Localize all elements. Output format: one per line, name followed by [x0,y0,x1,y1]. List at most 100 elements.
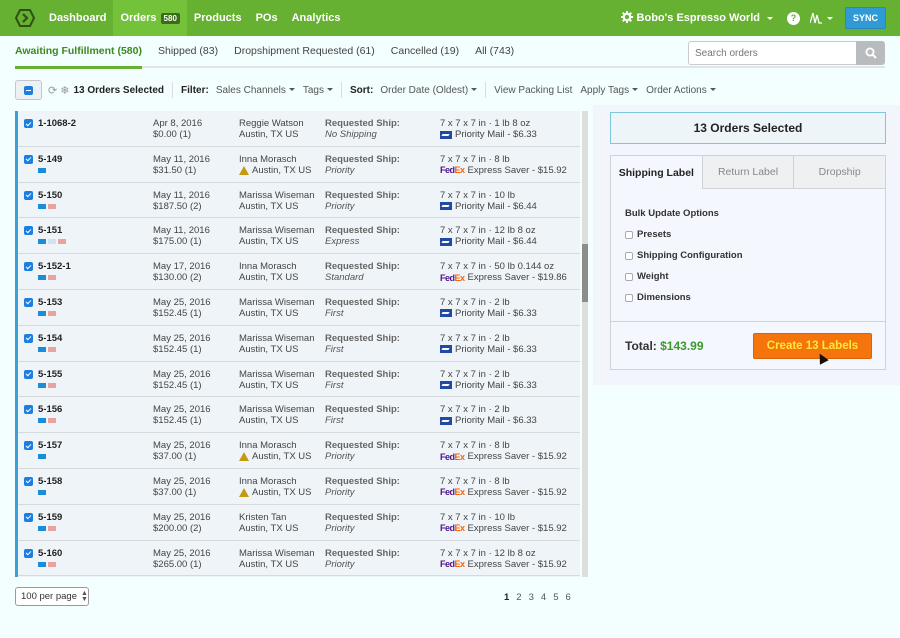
order-id[interactable]: 5-159 [38,512,62,523]
requested-ship-label: Requested Ship: [325,118,400,129]
order-id[interactable]: 5-152-1 [38,261,71,272]
tab-all[interactable]: All (743) [475,35,514,67]
tag-swatch-blue [38,203,46,209]
row-checkbox[interactable] [24,476,33,486]
nav-pos[interactable]: POs [249,0,285,36]
order-row[interactable]: 5-159 May 25, 2016 $200.00 (2) Kristen T… [18,505,580,541]
apply-tags-dropdown[interactable]: Apply Tags [580,85,639,96]
row-checkbox[interactable] [24,297,33,307]
tag-swatch-pink [48,561,56,567]
order-id[interactable]: 1-1068-2 [38,118,76,129]
tab-dropshipment-requested[interactable]: Dropshipment Requested (61) [234,35,375,67]
page-link[interactable]: 5 [553,592,558,603]
order-id[interactable]: 5-158 [38,476,62,487]
nav-products[interactable]: Products [187,0,249,36]
nav-analytics[interactable]: Analytics [285,0,348,36]
order-id[interactable]: 5-156 [38,404,62,415]
create-labels-button[interactable]: Create 13 Labels [753,333,872,359]
tags-filter-dropdown[interactable]: Tags [303,85,333,96]
fedex-logo-fed: Fed [440,165,455,176]
presets-checkbox[interactable] [625,230,633,239]
order-id[interactable]: 5-153 [38,297,62,308]
tab-dropship[interactable]: Dropship [793,156,886,189]
rate-text: Priority Mail - $6.33 [455,129,537,140]
per-page-select[interactable]: 100 per page ▲ ▼ [15,587,89,606]
order-id[interactable]: 5-160 [38,548,62,559]
page-link[interactable]: 4 [541,592,546,603]
order-row[interactable]: 5-150 May 11, 2016 $187.50 (2) Marissa W… [18,183,580,219]
nav-dashboard[interactable]: Dashboard [42,0,113,36]
order-id[interactable]: 5-149 [38,154,62,165]
tab-shipped[interactable]: Shipped (83) [158,35,218,67]
order-id[interactable]: 5-155 [38,369,62,380]
sort-dropdown[interactable]: Order Date (Oldest) [380,85,478,96]
tab-awaiting-fulfillment[interactable]: Awaiting Fulfillment (580) [15,35,142,69]
option-shipping-configuration[interactable]: Shipping Configuration [625,250,885,261]
logo-icon[interactable] [8,0,42,36]
weight-checkbox[interactable] [625,272,633,281]
question-circle-icon[interactable]: ? [786,11,800,25]
tab-return-label[interactable]: Return Label [701,156,794,189]
row-checkbox[interactable] [24,119,33,128]
option-weight[interactable]: Weight [625,271,885,282]
order-amount: $0.00 (1) [153,129,192,140]
order-actions-dropdown[interactable]: Order Actions [646,85,716,96]
order-id[interactable]: 5-151 [38,225,62,236]
order-row[interactable]: 5-152-1 May 17, 2016 $130.00 (2) Inna Mo… [18,254,580,290]
search-button[interactable] [856,41,885,65]
row-checkbox[interactable] [24,512,33,522]
order-id[interactable]: 5-154 [38,333,62,344]
page-link[interactable]: 1 [504,592,509,603]
order-actions-label: Order Actions [646,84,707,96]
order-row[interactable]: 5-158 May 25, 2016 $37.00 (1) Inna Moras… [18,469,580,505]
snowflake-icon[interactable]: ❄ [60,84,69,97]
row-checkbox[interactable] [24,333,33,343]
order-row[interactable]: 5-149 May 11, 2016 $31.50 (1) Inna Moras… [18,147,580,183]
tab-cancelled[interactable]: Cancelled (19) [391,35,459,67]
row-checkbox[interactable] [24,262,33,272]
order-row[interactable]: 5-151 May 11, 2016 $175.00 (1) Marissa W… [18,218,580,255]
shipping-configuration-checkbox[interactable] [625,251,633,260]
order-id[interactable]: 5-157 [38,440,62,451]
company-menu[interactable]: Bobo's Espresso World [620,10,773,26]
row-checkbox[interactable] [24,190,33,200]
view-packing-list-link[interactable]: View Packing List [494,85,572,96]
indeterminate-icon [24,85,33,95]
page-link[interactable]: 6 [565,592,570,603]
order-row[interactable]: 5-156 May 25, 2016 $152.45 (1) Marissa W… [18,397,580,434]
row-checkbox[interactable] [24,226,33,236]
tab-shipping-label[interactable]: Shipping Label [611,156,702,189]
nav-orders[interactable]: Orders 580 [113,0,187,36]
option-dimensions[interactable]: Dimensions [625,292,885,303]
order-row[interactable]: 5-160 May 25, 2016 $265.00 (1) Marissa W… [18,541,580,577]
shipping-rate: Priority Mail - $6.44 [440,236,537,247]
row-checkbox[interactable] [24,405,33,415]
refresh-icon[interactable]: ⟳ [48,84,57,97]
sync-button[interactable]: SYNC [844,7,886,29]
order-id[interactable]: 5-150 [38,190,62,201]
dimensions-checkbox[interactable] [625,293,633,302]
order-row[interactable]: 5-154 May 25, 2016 $152.45 (1) Marissa W… [18,326,580,362]
row-checkbox[interactable] [24,441,33,451]
page-link[interactable]: 2 [516,592,521,603]
chevron-down-icon [766,16,773,20]
order-row[interactable]: 5-153 May 25, 2016 $152.45 (1) Marissa W… [18,290,580,326]
activity-chart-icon[interactable] [809,12,833,24]
row-checkbox[interactable] [24,154,33,164]
option-presets[interactable]: Presets [625,229,885,240]
order-date: May 25, 2016 [153,511,211,523]
row-checkbox[interactable] [24,369,33,379]
orders-scrollbar[interactable] [582,111,588,577]
order-row[interactable]: 5-157 May 25, 2016 $37.00 (1) Inna Moras… [18,433,580,469]
page-link[interactable]: 3 [529,592,534,603]
select-all-checkbox[interactable] [15,80,42,100]
sales-channels-dropdown[interactable]: Sales Channels [216,85,295,96]
scrollbar-thumb[interactable] [582,244,588,302]
order-row[interactable]: 5-155 May 25, 2016 $152.45 (1) Marissa W… [18,362,580,398]
order-row[interactable]: 1-1068-2 Apr 8, 2016 $0.00 (1) Reggie Wa… [18,111,580,147]
requested-ship-label: Requested Ship: [325,368,400,380]
requested-ship-service: Priority [325,558,355,570]
row-checkbox[interactable] [24,548,33,558]
search-input[interactable] [688,41,856,65]
requested-ship-label: Requested Ship: [325,440,400,452]
